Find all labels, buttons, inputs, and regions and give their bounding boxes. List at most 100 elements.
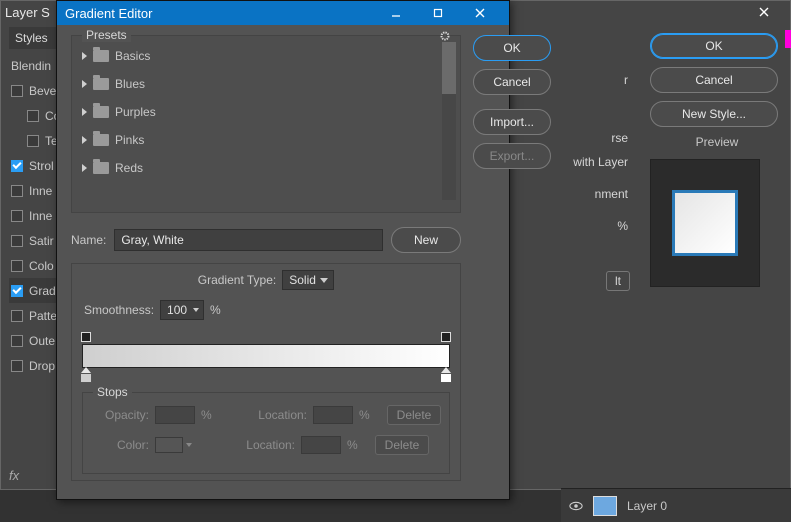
- stops-group: Stops Opacity: % Location: % Delete Colo…: [82, 392, 450, 474]
- preview-swatch: [672, 190, 738, 256]
- minimize-icon[interactable]: [375, 1, 417, 25]
- folder-icon: [93, 134, 109, 146]
- preset-folder-label: Basics: [115, 49, 150, 63]
- preset-folder-row[interactable]: Purples: [76, 98, 456, 126]
- effect-label: Satir: [29, 234, 54, 248]
- delete-opacity-stop-button: Delete: [387, 405, 441, 425]
- effect-label: Colo: [29, 259, 54, 273]
- effect-checkbox[interactable]: [11, 260, 23, 272]
- gradient-editor-titlebar[interactable]: Gradient Editor: [57, 1, 509, 25]
- scrollbar-thumb[interactable]: [442, 42, 456, 94]
- smoothness-label: Smoothness:: [84, 303, 154, 317]
- chevron-right-icon[interactable]: [82, 80, 87, 88]
- effect-label: Beve: [29, 84, 56, 98]
- location-label: Location:: [239, 438, 295, 452]
- effect-checkbox[interactable]: [27, 135, 39, 147]
- preset-folder-row[interactable]: Blues: [76, 70, 456, 98]
- color-location-field: [301, 436, 341, 454]
- gradient-type-label: Gradient Type:: [198, 273, 277, 287]
- layers-panel-row[interactable]: Layer 0: [561, 488, 791, 522]
- location-label: Location:: [251, 408, 307, 422]
- effect-checkbox[interactable]: [11, 310, 23, 322]
- effect-checkbox[interactable]: [11, 335, 23, 347]
- percent-label: %: [210, 303, 221, 317]
- text-fragment: rse: [611, 131, 628, 145]
- cancel-button[interactable]: Cancel: [473, 69, 551, 95]
- layer-style-right-panel: OK Cancel New Style... Preview: [638, 23, 790, 489]
- color-label: Color:: [91, 438, 149, 452]
- layer-thumbnail[interactable]: [593, 496, 617, 516]
- folder-icon: [93, 78, 109, 90]
- magenta-edge: [785, 30, 791, 48]
- preset-folder-label: Reds: [115, 161, 143, 175]
- delete-color-stop-button: Delete: [375, 435, 429, 455]
- smoothness-input[interactable]: 100: [160, 300, 204, 320]
- opacity-label: Opacity:: [91, 408, 149, 422]
- gradient-type-select[interactable]: Solid: [282, 270, 334, 290]
- effect-label: Drop: [29, 359, 55, 373]
- preview-box: [650, 159, 760, 287]
- preset-folder-row[interactable]: Reds: [76, 154, 456, 182]
- gradient-settings-group: Gradient Type: Solid Smoothness: 100 % S…: [71, 263, 461, 481]
- chevron-right-icon[interactable]: [82, 164, 87, 172]
- preset-scrollbar[interactable]: [442, 42, 456, 200]
- text-fragment: nment: [595, 187, 628, 201]
- chevron-right-icon[interactable]: [82, 108, 87, 116]
- stops-label: Stops: [93, 385, 132, 399]
- ok-button[interactable]: OK: [473, 35, 551, 61]
- folder-icon: [93, 162, 109, 174]
- effect-label: Inne: [29, 209, 52, 223]
- layer-style-title: Layer S: [5, 5, 50, 20]
- gradient-strip-area: [82, 334, 450, 382]
- opacity-stop-right[interactable]: [441, 332, 451, 342]
- presets-group: Presets BasicsBluesPurplesPinksReds: [71, 35, 461, 213]
- color-stop-left[interactable]: [80, 367, 92, 383]
- effect-label: Patte: [29, 309, 57, 323]
- chevron-right-icon[interactable]: [82, 52, 87, 60]
- effect-label: Strol: [29, 159, 54, 173]
- gradient-editor-dialog: Gradient Editor Presets BasicsBluesPurpl…: [56, 0, 510, 500]
- chevron-right-icon[interactable]: [82, 136, 87, 144]
- opacity-stop-left[interactable]: [81, 332, 91, 342]
- effect-checkbox[interactable]: [11, 360, 23, 372]
- effect-checkbox[interactable]: [11, 185, 23, 197]
- preset-folder-label: Purples: [115, 105, 156, 119]
- name-label: Name:: [71, 233, 106, 247]
- preset-folder-label: Blues: [115, 77, 145, 91]
- layer-name[interactable]: Layer 0: [627, 499, 667, 513]
- text-fragment: %: [617, 219, 628, 233]
- effect-label: Oute: [29, 334, 55, 348]
- import-button[interactable]: Import...: [473, 109, 551, 135]
- ok-button[interactable]: OK: [650, 33, 778, 59]
- visibility-icon[interactable]: [569, 499, 583, 513]
- new-style-button[interactable]: New Style...: [650, 101, 778, 127]
- cancel-button[interactable]: Cancel: [650, 67, 778, 93]
- effect-checkbox[interactable]: [11, 235, 23, 247]
- close-icon[interactable]: [459, 1, 501, 25]
- new-gradient-button[interactable]: New: [391, 227, 461, 253]
- effect-checkbox[interactable]: [11, 210, 23, 222]
- text-fragment: r: [624, 73, 628, 87]
- effect-checkbox[interactable]: [11, 85, 23, 97]
- preset-folder-row[interactable]: Pinks: [76, 126, 456, 154]
- effect-checkbox[interactable]: [27, 110, 39, 122]
- fx-footer[interactable]: fx: [9, 468, 26, 483]
- gradient-editor-title: Gradient Editor: [65, 6, 152, 21]
- gradient-strip[interactable]: [82, 344, 450, 368]
- maximize-icon[interactable]: [417, 1, 459, 25]
- folder-icon: [93, 106, 109, 118]
- folder-icon: [93, 50, 109, 62]
- color-swatch: [155, 437, 183, 453]
- effect-label: Inne: [29, 184, 52, 198]
- effect-checkbox[interactable]: [11, 160, 23, 172]
- effect-label: Grad: [29, 284, 56, 298]
- close-icon[interactable]: [742, 1, 786, 23]
- text-fragment: with Layer: [573, 155, 628, 169]
- preset-folder-row[interactable]: Basics: [76, 42, 456, 70]
- gradient-name-input[interactable]: [114, 229, 383, 251]
- opacity-field: [155, 406, 195, 424]
- effect-checkbox[interactable]: [11, 285, 23, 297]
- color-stop-right[interactable]: [440, 367, 452, 383]
- reset-fragment[interactable]: lt: [606, 271, 630, 291]
- opacity-location-field: [313, 406, 353, 424]
